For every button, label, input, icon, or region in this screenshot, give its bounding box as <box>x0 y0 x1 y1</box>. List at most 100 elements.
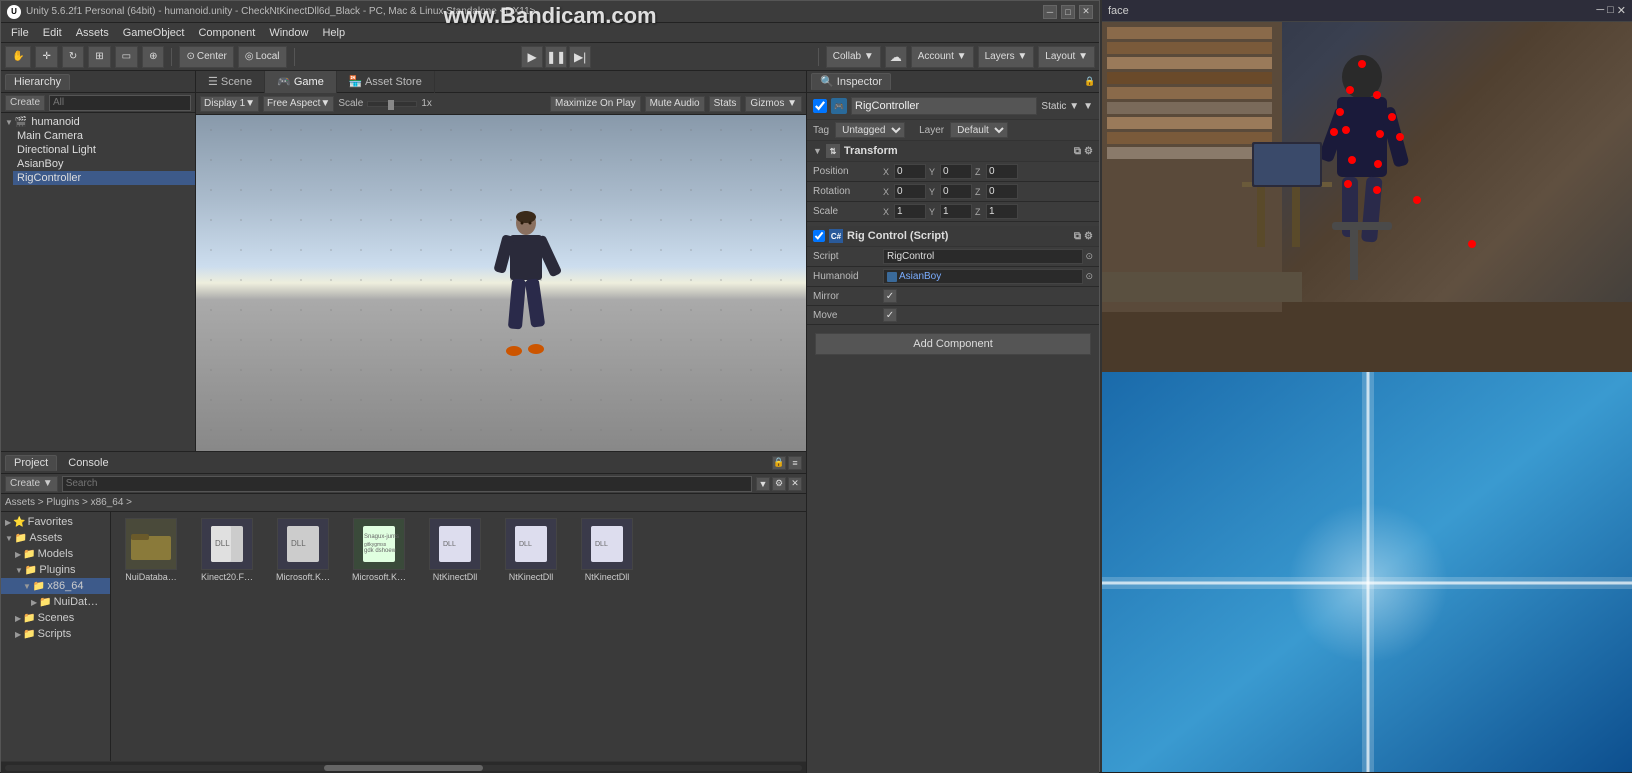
asset-kinect20[interactable]: DLL Kinect20.F… <box>191 516 263 585</box>
layout-button[interactable]: Layout ▼ <box>1038 46 1095 68</box>
hierarchy-item-asianboy[interactable]: AsianBoy <box>13 157 195 171</box>
menu-edit[interactable]: Edit <box>37 26 68 40</box>
pos-x-input[interactable] <box>894 164 926 179</box>
asset-microsoft-k2[interactable]: Snagux-juntsgitkygmssgdk dshoew Microsof… <box>343 516 415 585</box>
pos-y-input[interactable] <box>940 164 972 179</box>
unity-minimize-btn[interactable]: ─ <box>1043 5 1057 19</box>
menu-assets[interactable]: Assets <box>70 26 115 40</box>
menu-file[interactable]: File <box>5 26 35 40</box>
project-search-input[interactable] <box>62 476 752 492</box>
scl-x-input[interactable] <box>894 204 926 219</box>
face-minimize-btn[interactable]: ─ <box>1596 4 1604 17</box>
tool-transform[interactable]: ⊕ <box>142 46 164 68</box>
aspect-dropdown[interactable]: Free Aspect ▼ <box>263 96 334 112</box>
ptree-models[interactable]: ▶ 📁 Models <box>1 546 110 562</box>
rigcontrol-section-header[interactable]: C# Rig Control (Script) ⧉ ⚙ <box>807 226 1099 247</box>
search-filter-icon[interactable]: ▼ <box>756 477 770 491</box>
panel-collapse-icon[interactable]: ✕ <box>788 477 802 491</box>
step-button[interactable]: ▶| <box>569 46 591 68</box>
scale-slider[interactable] <box>367 101 417 107</box>
stats-btn[interactable]: Stats <box>709 96 742 112</box>
ptree-scenes[interactable]: ▶ 📁 Scenes <box>1 610 110 626</box>
layers-button[interactable]: Layers ▼ <box>978 46 1035 68</box>
tool-rotate[interactable]: ↻ <box>62 46 84 68</box>
hierarchy-item-humanoid[interactable]: ▼ 🎬 humanoid <box>1 115 195 129</box>
collab-button[interactable]: Collab ▼ <box>826 46 881 68</box>
script-ref-target-icon[interactable]: ⊙ <box>1085 251 1093 262</box>
account-button[interactable]: Account ▼ <box>911 46 974 68</box>
transform-gear-icon[interactable]: ⚙ <box>1084 146 1093 157</box>
scl-z-input[interactable] <box>986 204 1018 219</box>
hierarchy-create-btn[interactable]: Create <box>5 95 45 111</box>
inspector-lock-icon[interactable]: 🔒 <box>1085 77 1095 87</box>
local-toggle[interactable]: ◎ Local <box>238 46 287 68</box>
play-button[interactable]: ▶ <box>521 46 543 68</box>
ptree-favorites[interactable]: ▶ ⭐ Favorites <box>1 514 110 530</box>
tab-assetstore[interactable]: 🏪 Asset Store <box>337 71 435 93</box>
humanoid-ref-field[interactable]: AsianBoy <box>883 269 1083 284</box>
mirror-checkbox[interactable] <box>883 289 897 303</box>
tag-select[interactable]: Untagged <box>835 122 905 138</box>
hierarchy-search-input[interactable] <box>49 95 191 111</box>
face-close-btn[interactable]: ✕ <box>1617 4 1626 17</box>
menu-gameobject[interactable]: GameObject <box>117 26 191 40</box>
project-menu-icon[interactable]: ≡ <box>788 456 802 470</box>
hierarchy-item-maincamera[interactable]: Main Camera <box>13 129 195 143</box>
object-name-input[interactable] <box>851 97 1037 115</box>
maximize-on-play-btn[interactable]: Maximize On Play <box>550 96 641 112</box>
tab-inspector[interactable]: 🔍 Inspector <box>811 73 891 90</box>
ptree-assets[interactable]: ▼ 📁 Assets <box>1 530 110 546</box>
ptree-nuidat[interactable]: ▶ 📁 NuiDat… <box>1 594 110 610</box>
asset-ntkinectdll-1[interactable]: DLL NtKinectDll <box>419 516 491 585</box>
pause-button[interactable]: ❚❚ <box>545 46 567 68</box>
component-active-checkbox[interactable] <box>813 230 825 242</box>
project-scrollbar[interactable] <box>1 761 806 773</box>
project-lock-icon[interactable]: 🔒 <box>772 456 786 470</box>
center-toggle[interactable]: ⊙ Center <box>179 46 233 68</box>
mute-audio-btn[interactable]: Mute Audio <box>645 96 705 112</box>
humanoid-target-icon[interactable]: ⊙ <box>1085 271 1093 282</box>
layer-select[interactable]: Default <box>950 122 1008 138</box>
tab-project[interactable]: Project <box>5 455 57 471</box>
rigcontrol-gear-icon[interactable]: ⚙ <box>1084 231 1093 242</box>
move-checkbox[interactable] <box>883 308 897 322</box>
tab-hierarchy[interactable]: Hierarchy <box>5 74 70 90</box>
ptree-x86-64[interactable]: ▼ 📁 x86_64 <box>1 578 110 594</box>
menu-window[interactable]: Window <box>263 26 314 40</box>
gizmos-dropdown[interactable]: Gizmos ▼ <box>745 96 802 112</box>
hierarchy-item-rigcontroller[interactable]: RigController <box>13 171 195 185</box>
asset-nuidatabase[interactable]: NuiDataba… <box>115 516 187 585</box>
search-settings-icon[interactable]: ⚙ <box>772 477 786 491</box>
pos-z-input[interactable] <box>986 164 1018 179</box>
transform-section-header[interactable]: ▼ ⇅ Transform ⧉ ⚙ <box>807 141 1099 162</box>
tool-scale[interactable]: ⊞ <box>88 46 110 68</box>
tab-game[interactable]: 🎮 Game <box>265 71 337 93</box>
rot-z-input[interactable] <box>986 184 1018 199</box>
project-create-btn[interactable]: Create ▼ <box>5 476 58 492</box>
static-toggle[interactable]: Static ▼ ▼ <box>1041 101 1093 112</box>
script-ref-field[interactable]: RigControl <box>883 249 1083 264</box>
unity-close-btn[interactable]: ✕ <box>1079 5 1093 19</box>
cloud-button[interactable]: ☁ <box>885 46 907 68</box>
scl-y-input[interactable] <box>940 204 972 219</box>
asset-ntkinectdll-3[interactable]: DLL NtKinectDll <box>571 516 643 585</box>
face-maximize-btn[interactable]: □ <box>1607 4 1614 17</box>
menu-component[interactable]: Component <box>192 26 261 40</box>
tool-rect[interactable]: ▭ <box>115 46 138 68</box>
object-active-checkbox[interactable] <box>813 99 827 113</box>
asset-microsoft-k1[interactable]: DLL Microsoft.K… <box>267 516 339 585</box>
menu-help[interactable]: Help <box>316 26 351 40</box>
ptree-plugins[interactable]: ▼ 📁 Plugins <box>1 562 110 578</box>
rot-x-input[interactable] <box>894 184 926 199</box>
tool-hand[interactable]: ✋ <box>5 46 31 68</box>
transform-copy-icon[interactable]: ⧉ <box>1074 146 1081 157</box>
tool-move[interactable]: ✛ <box>35 46 57 68</box>
rigcontrol-copy-icon[interactable]: ⧉ <box>1074 231 1081 242</box>
tab-scene[interactable]: ☰ Scene <box>196 71 265 93</box>
unity-maximize-btn[interactable]: □ <box>1061 5 1075 19</box>
hierarchy-item-dirlight[interactable]: Directional Light <box>13 143 195 157</box>
ptree-scripts[interactable]: ▶ 📁 Scripts <box>1 626 110 642</box>
asset-ntkinectdll-2[interactable]: DLL NtKinectDll <box>495 516 567 585</box>
tab-console[interactable]: Console <box>59 455 117 471</box>
display-dropdown[interactable]: Display 1 ▼ <box>200 96 259 112</box>
